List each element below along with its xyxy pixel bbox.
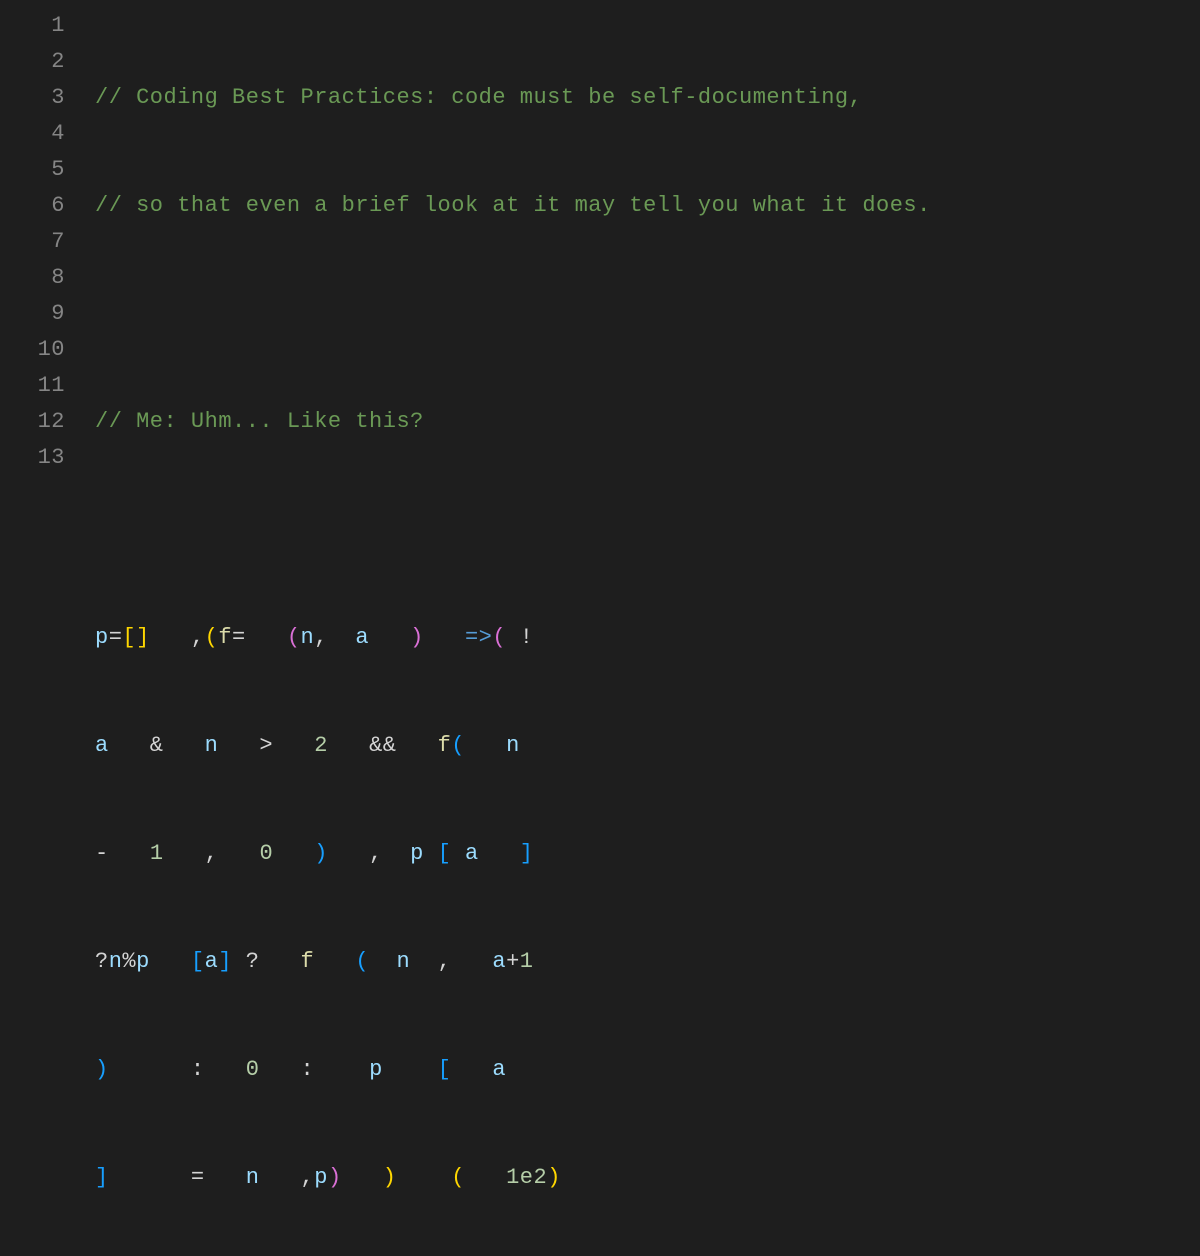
code-line-11: ] = n ,p) ) ( 1e2)	[95, 1160, 1200, 1196]
code-line-3	[95, 296, 1200, 332]
line-number: 1	[0, 8, 65, 44]
code-line-8: - 1 , 0 ) , p [ a ]	[95, 836, 1200, 872]
line-number: 8	[0, 260, 65, 296]
line-number: 3	[0, 80, 65, 116]
line-number-gutter: 1 2 3 4 5 6 7 8 9 10 11 12 13	[0, 8, 95, 1256]
code-line-4: // Me: Uhm... Like this?	[95, 404, 1200, 440]
code-editor[interactable]: 1 2 3 4 5 6 7 8 9 10 11 12 13 // Coding …	[0, 0, 1200, 1256]
line-number: 12	[0, 404, 65, 440]
line-number: 10	[0, 332, 65, 368]
code-line-2: // so that even a brief look at it may t…	[95, 188, 1200, 224]
line-number: 7	[0, 224, 65, 260]
code-line-10: ) : 0 : p [ a	[95, 1052, 1200, 1088]
line-number: 6	[0, 188, 65, 224]
line-number: 2	[0, 44, 65, 80]
code-content[interactable]: // Coding Best Practices: code must be s…	[95, 8, 1200, 1256]
line-number: 13	[0, 440, 65, 476]
code-line-9: ?n%p [a] ? f ( n , a+1	[95, 944, 1200, 980]
code-line-1: // Coding Best Practices: code must be s…	[95, 80, 1200, 116]
code-line-5	[95, 512, 1200, 548]
line-number: 11	[0, 368, 65, 404]
line-number: 4	[0, 116, 65, 152]
code-line-6: p=[] ,(f= (n, a ) =>( !	[95, 620, 1200, 656]
line-number: 9	[0, 296, 65, 332]
code-line-7: a & n > 2 && f( n	[95, 728, 1200, 764]
line-number: 5	[0, 152, 65, 188]
